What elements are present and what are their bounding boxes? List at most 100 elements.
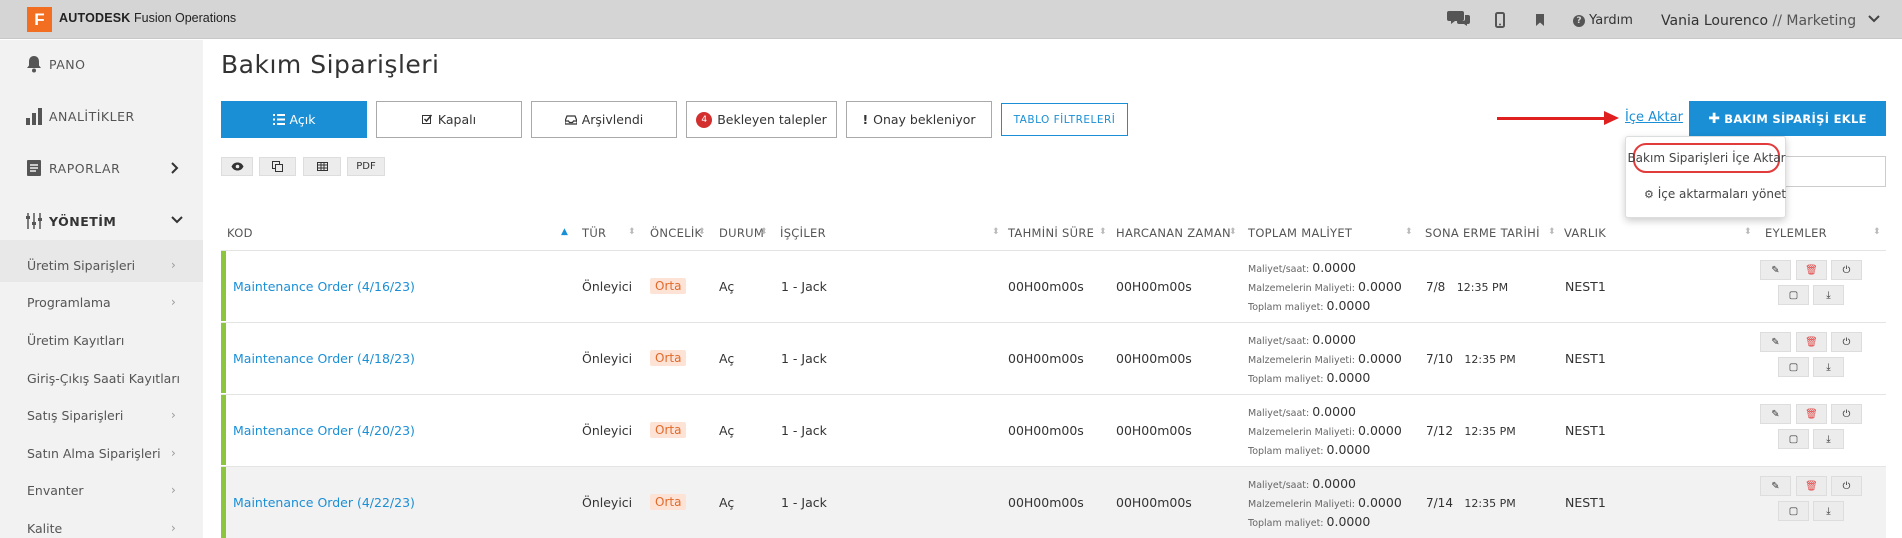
- sort-icon[interactable]: ⬍: [1405, 227, 1413, 237]
- table-filters-button[interactable]: TABLO FİLTRELERİ: [1001, 103, 1128, 136]
- chevron-right-icon[interactable]: ›: [171, 446, 176, 460]
- checkbox-button[interactable]: ▢: [1778, 285, 1809, 305]
- sort-icon[interactable]: ⬍: [1548, 227, 1556, 237]
- tab-open[interactable]: Açık: [221, 101, 367, 138]
- sidebar-subitem[interactable]: Kalite: [27, 521, 62, 536]
- edit-button[interactable]: ✎: [1760, 332, 1791, 352]
- add-maintenance-order-button[interactable]: ✚ BAKIM SİPARİŞİ EKLE: [1689, 101, 1886, 136]
- sidebar-subitem[interactable]: Satın Alma Siparişleri: [27, 446, 161, 461]
- import-orders-menu-item[interactable]: Bakım Siparişleri İçe Aktar: [1627, 143, 1786, 173]
- edit-button[interactable]: ✎: [1760, 260, 1791, 280]
- tab-closed[interactable]: Kapalı: [376, 101, 522, 138]
- sidebar-subitem[interactable]: Envanter: [27, 483, 84, 498]
- chevron-right-icon[interactable]: ›: [171, 483, 176, 497]
- fusion-logo[interactable]: F: [27, 7, 52, 32]
- user-menu[interactable]: Vania Lourenco // Marketing: [1661, 13, 1856, 29]
- delete-button[interactable]: 🗑: [1796, 476, 1827, 496]
- power-button[interactable]: ⏻: [1831, 332, 1862, 352]
- chevron-down-icon[interactable]: [171, 216, 183, 224]
- column-header-spent-time[interactable]: HARCANAN ZAMAN: [1116, 226, 1231, 240]
- power-button[interactable]: ⏻: [1831, 260, 1862, 280]
- mobile-icon[interactable]: [1495, 12, 1505, 28]
- sort-asc-icon[interactable]: ▲: [561, 227, 568, 237]
- column-header-code[interactable]: KOD: [227, 226, 253, 240]
- chat-icon[interactable]: [1447, 9, 1471, 27]
- trash-icon: 🗑: [1805, 480, 1818, 492]
- column-header-priority[interactable]: ÖNCELİK: [650, 226, 702, 240]
- download-button[interactable]: ⤓: [1813, 357, 1844, 377]
- delete-button[interactable]: 🗑: [1796, 332, 1827, 352]
- order-code-link[interactable]: Maintenance Order (4/22/23): [233, 495, 415, 510]
- column-header-total-cost[interactable]: TOPLAM MALİYET: [1248, 226, 1352, 240]
- sidebar-subitem[interactable]: Üretim Siparişleri: [27, 258, 135, 273]
- tab-archived[interactable]: Arşivlendi: [531, 101, 677, 138]
- sort-icon[interactable]: ⬍: [1744, 227, 1752, 237]
- chevron-right-icon[interactable]: ›: [171, 408, 176, 422]
- power-button[interactable]: ⏻: [1831, 404, 1862, 424]
- chevron-down-icon[interactable]: [1868, 14, 1880, 24]
- sort-icon[interactable]: ⬍: [992, 227, 1000, 237]
- checkbox-edit-icon: [421, 114, 432, 124]
- search-input[interactable]: [1780, 156, 1886, 187]
- eye-button[interactable]: [221, 157, 253, 176]
- power-button[interactable]: ⏻: [1831, 476, 1862, 496]
- exclamation-icon: !: [862, 112, 869, 127]
- column-header-asset[interactable]: VARLIK: [1564, 226, 1606, 240]
- sort-icon[interactable]: ⬍: [628, 227, 636, 237]
- table-view-button[interactable]: [303, 157, 341, 176]
- download-button[interactable]: ⤓: [1813, 285, 1844, 305]
- sidebar-subitem[interactable]: Giriş-Çıkış Saati Kayıtları: [27, 371, 180, 386]
- import-link[interactable]: İçe Aktar: [1625, 110, 1683, 125]
- chevron-right-icon[interactable]: ›: [171, 258, 176, 272]
- sidebar-subitem[interactable]: Satış Siparişleri: [27, 408, 123, 423]
- chevron-right-icon[interactable]: ›: [171, 295, 176, 309]
- spent-time: 00H00m00s: [1116, 351, 1192, 366]
- sort-icon[interactable]: ⬍: [698, 227, 706, 237]
- pending-count-badge: 4: [696, 111, 713, 128]
- delete-button[interactable]: 🗑: [1796, 260, 1827, 280]
- power-icon: ⏻: [1842, 336, 1851, 348]
- sliders-icon: [26, 213, 42, 229]
- estimated-time: 00H00m00s: [1008, 279, 1084, 294]
- cost-per-hour: Maliyet/saat: 0.0000: [1248, 260, 1356, 275]
- pdf-button[interactable]: PDF: [347, 157, 385, 176]
- download-button[interactable]: ⤓: [1813, 501, 1844, 521]
- sidebar-subitem[interactable]: Üretim Kayıtları: [27, 333, 124, 348]
- order-code-link[interactable]: Maintenance Order (4/16/23): [233, 279, 415, 294]
- sidebar-subitem[interactable]: Programlama: [27, 295, 111, 310]
- column-header-status[interactable]: DURUM: [719, 226, 764, 240]
- edit-button[interactable]: ✎: [1760, 404, 1791, 424]
- column-header-workers[interactable]: İŞÇİLER: [780, 226, 826, 240]
- asset-name: NEST1: [1565, 351, 1606, 366]
- help-link[interactable]: ? Yardım: [1573, 13, 1633, 28]
- manage-imports-menu-item[interactable]: ⚙ İçe aktarmaları yönet: [1644, 187, 1786, 201]
- bookmark-icon[interactable]: [1535, 14, 1545, 26]
- tab-awaiting-approval[interactable]: ! Onay bekleniyor: [846, 101, 992, 138]
- column-header-est-time[interactable]: TAHMİNİ SÜRE: [1008, 226, 1094, 240]
- order-code-link[interactable]: Maintenance Order (4/20/23): [233, 423, 415, 438]
- tab-pending-requests[interactable]: 4 Bekleyen talepler: [686, 101, 837, 138]
- priority-badge: Orta: [650, 494, 687, 510]
- download-icon: ⤓: [1826, 361, 1831, 373]
- delete-button[interactable]: 🗑: [1796, 404, 1827, 424]
- edit-button[interactable]: ✎: [1760, 476, 1791, 496]
- order-code-link[interactable]: Maintenance Order (4/18/23): [233, 351, 415, 366]
- order-workers: 1 - Jack: [781, 351, 827, 366]
- sort-icon[interactable]: ⬍: [1873, 227, 1881, 237]
- sort-icon[interactable]: ⬍: [760, 227, 768, 237]
- sort-icon[interactable]: ⬍: [1229, 227, 1237, 237]
- checkbox-button[interactable]: ▢: [1778, 357, 1809, 377]
- chevron-right-icon[interactable]: [171, 162, 179, 174]
- column-header-type[interactable]: TÜR: [582, 226, 606, 240]
- column-header-due-date[interactable]: SONA ERME TARİHİ: [1425, 226, 1540, 240]
- checkbox-button[interactable]: ▢: [1778, 501, 1809, 521]
- checkbox-button[interactable]: ▢: [1778, 429, 1809, 449]
- order-status: Aç: [719, 279, 735, 294]
- download-button[interactable]: ⤓: [1813, 429, 1844, 449]
- spent-time: 00H00m00s: [1116, 495, 1192, 510]
- copy-button[interactable]: [259, 157, 296, 176]
- cost-per-hour: Maliyet/saat: 0.0000: [1248, 404, 1356, 419]
- sort-icon[interactable]: ⬍: [1099, 227, 1107, 237]
- chevron-right-icon[interactable]: ›: [171, 521, 176, 535]
- order-status: Aç: [719, 351, 735, 366]
